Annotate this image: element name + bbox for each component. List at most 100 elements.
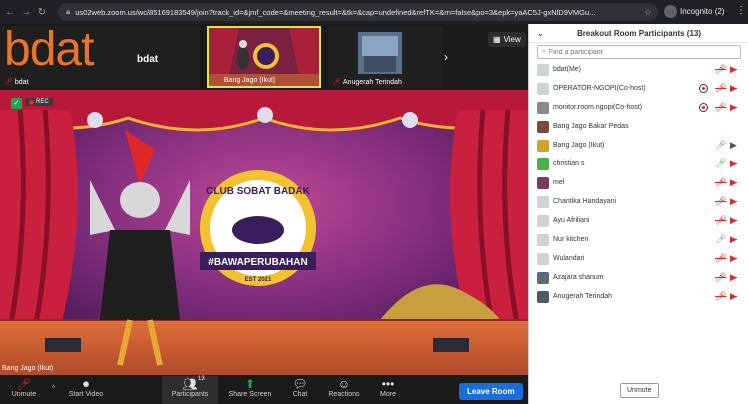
mic-icon: 🎤︎: [715, 158, 727, 169]
share-screen-button[interactable]: ⬆︎ Share Screen: [228, 377, 272, 398]
participant-name: Nur kitchen: [553, 236, 589, 244]
participant-row[interactable]: Azajara shanum 🎤︎ ▶︎: [529, 269, 748, 288]
active-speaker-video: CLUB SOBAT BADAK #BAWAPERUBAHAN EST 2021…: [0, 90, 528, 375]
muted-mic-icon: 🎤︎: [715, 252, 727, 263]
panel-unmute-button[interactable]: Unmute: [620, 383, 659, 398]
video-off-icon: ⏺︎: [82, 377, 89, 391]
avatar: [537, 215, 549, 228]
video-off-icon: ▶︎: [730, 177, 737, 188]
video-tile-anugerah[interactable]: 🎤︎ Anugerah Terindah: [328, 26, 442, 88]
avatar: [537, 120, 549, 133]
incognito-profile[interactable]: Incognito (2): [664, 5, 724, 18]
participant-row[interactable]: mel 🎤︎ ▶︎: [529, 174, 748, 193]
video-off-icon: ▶︎: [730, 158, 737, 169]
recording-indicator[interactable]: REC: [25, 98, 53, 106]
more-dots-icon: •••: [381, 377, 395, 391]
muted-mic-icon: 🎤︎: [715, 290, 727, 301]
participants-panel: ⌄ Breakout Room Participants (13) ⌕ bdat…: [528, 24, 748, 404]
participant-name: mel: [553, 179, 565, 187]
avatar: [537, 196, 549, 209]
participant-search[interactable]: ⌕: [537, 45, 741, 59]
participant-name: monitor.room.ngopi(Co-host): [553, 103, 643, 111]
mic-icon: 🎤︎: [715, 234, 727, 245]
view-label: View: [503, 35, 521, 44]
view-button[interactable]: ▦ View: [488, 32, 526, 47]
video-off-icon: ▶︎: [730, 101, 737, 112]
video-icon: ▶︎: [730, 139, 737, 150]
video-off-icon: ▶︎: [730, 271, 737, 282]
participant-row[interactable]: Ayu Afriliani 🎤︎ ▶︎: [529, 212, 748, 231]
audio-options-caret-icon[interactable]: ^: [52, 385, 55, 392]
muted-mic-icon: 🎤︎: [715, 196, 727, 207]
strip-next-icon[interactable]: ›: [444, 50, 448, 64]
participant-name: Anugerah Terindah: [553, 292, 613, 300]
video-tile-bdat[interactable]: bdat bdat 🎤︎ bdat: [0, 26, 200, 88]
participant-name: Ayu Afriliani: [553, 217, 590, 225]
chat-icon: 💬︎: [292, 377, 308, 391]
leave-room-button[interactable]: Leave Room: [459, 383, 523, 400]
collapse-chevron-icon[interactable]: ⌄: [537, 24, 544, 43]
participants-button[interactable]: 👥︎ 13 Participants: [162, 376, 218, 404]
unmute-button[interactable]: 🎤︎ Unmute: [8, 377, 40, 398]
participant-row[interactable]: christian s 🎤︎ ▶︎: [529, 155, 748, 174]
participant-name: Chantika Handayani: [553, 198, 617, 206]
more-label: More: [380, 391, 396, 398]
avatar: [537, 290, 549, 303]
recording-icon: [699, 83, 708, 93]
video-off-icon: ▶︎: [730, 64, 737, 74]
panel-header: ⌄ Breakout Room Participants (13): [529, 24, 748, 43]
avatar: [537, 158, 549, 171]
participants-label: Participants: [171, 391, 209, 398]
recording-icon: [699, 102, 708, 112]
participant-row[interactable]: OPERATOR-NGOPI(Co-host) 🎤︎ ▶︎: [529, 80, 748, 99]
record-dot-icon: [29, 99, 34, 105]
participant-list: bdat(Me) 🎤︎ ▶︎ OPERATOR-NGOPI(Co-host) 🎤︎ ▶︎ m…: [529, 61, 748, 307]
participant-row[interactable]: Nur kitchen 🎤︎ ▶︎: [529, 231, 748, 250]
logo-title: CLUB SOBAT BADAK: [206, 186, 310, 197]
start-video-button[interactable]: ⏺︎ Start Video: [66, 377, 106, 398]
unmute-label: Unmute: [11, 391, 37, 398]
tile-name: Anugerah Terindah: [342, 78, 402, 86]
participant-row[interactable]: monitor.room.ngopi(Co-host) 🎤︎ ▶︎: [529, 99, 748, 118]
avatar: [537, 252, 549, 265]
participant-name: bdat(Me): [553, 66, 582, 73]
avatar: [537, 234, 549, 247]
encryption-shield-icon[interactable]: ✓: [11, 98, 22, 109]
participant-row[interactable]: Bang Jago Bakar Pedas: [529, 118, 748, 137]
avatar: [537, 177, 549, 190]
address-bar[interactable]: 🔒︎ us02web.zoom.us/wc/85169183549/join?t…: [58, 3, 658, 21]
participants-count-badge: 13: [198, 376, 205, 382]
star-icon[interactable]: ☆: [644, 7, 652, 18]
participant-row[interactable]: bdat(Me) 🎤︎ ▶︎: [529, 61, 748, 80]
share-screen-icon: ⬆︎: [244, 377, 256, 391]
participant-row[interactable]: Anugerah Terindah 🎤︎ ▶︎: [529, 288, 748, 307]
chat-button[interactable]: 💬︎ Chat: [286, 377, 314, 398]
reload-icon[interactable]: ↻: [36, 7, 48, 18]
reactions-label: Reactions: [328, 391, 360, 398]
video-off-icon: ▶︎: [730, 215, 737, 226]
reactions-button[interactable]: ☺︎ Reactions: [326, 377, 362, 398]
smiley-icon: ☺︎: [337, 377, 351, 391]
participant-search-input[interactable]: [548, 48, 729, 56]
browser-menu-icon[interactable]: ⋮: [736, 5, 746, 16]
more-button[interactable]: ••• More: [376, 377, 400, 398]
muted-mic-icon: 🎤︎: [715, 177, 727, 188]
participant-row[interactable]: Chantika Handayani 🎤︎ ▶︎: [529, 193, 748, 212]
participant-name: Bang Jago (Ikut): [553, 141, 605, 149]
muted-mic-icon: 🎤︎: [213, 77, 222, 84]
video-off-icon: ▶︎: [730, 196, 737, 207]
participant-name: Wulandari: [553, 254, 585, 262]
video-tile-bang-jago[interactable]: 🎤︎ Bang Jago (Ikut): [207, 26, 321, 88]
forward-arrow-icon[interactable]: →: [20, 7, 32, 18]
profile-label: Incognito (2): [680, 7, 725, 16]
muted-mic-icon: 🎤︎: [715, 101, 727, 112]
muted-mic-icon: 🎤︎: [715, 64, 727, 74]
participant-row[interactable]: Bang Jago (Ikut) 🎤︎ ▶︎: [529, 137, 748, 156]
url-text: us02web.zoom.us/wc/85169183549/join?trac…: [75, 7, 596, 17]
back-arrow-icon[interactable]: ←: [4, 7, 16, 18]
tile-name: Bang Jago (Ikut): [223, 76, 276, 84]
video-off-icon: ▶︎: [730, 290, 737, 301]
avatar: [537, 139, 549, 152]
participant-row[interactable]: Wulandari 🎤︎ ▶︎: [529, 250, 748, 269]
participant-name: christian s: [553, 160, 585, 168]
